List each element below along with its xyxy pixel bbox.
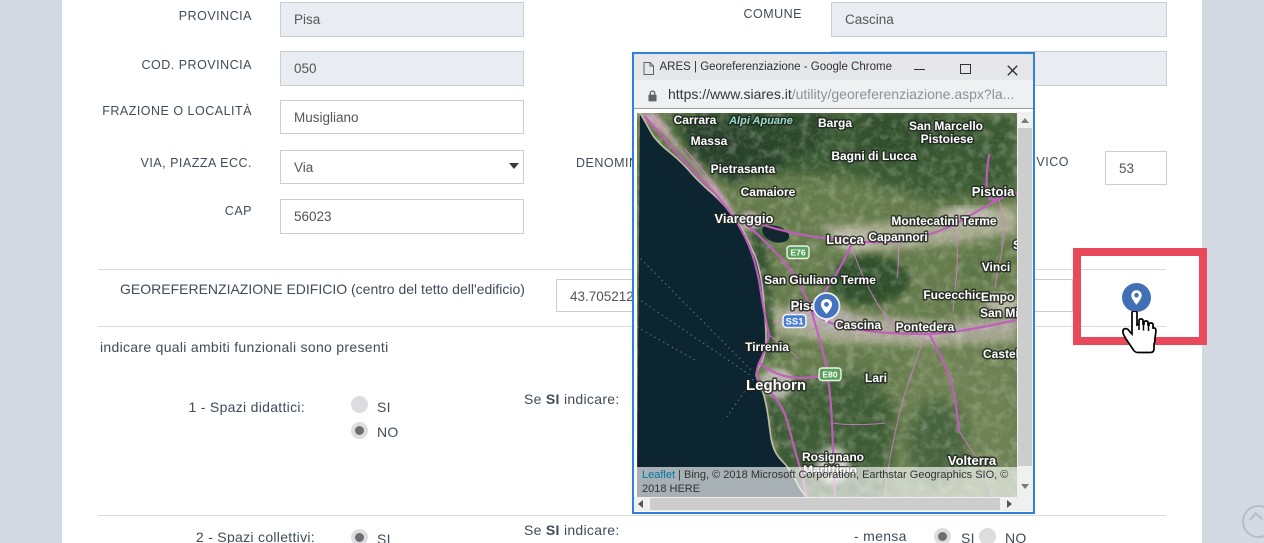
svg-text:Lari: Lari [865, 371, 887, 385]
svg-text:Empo: Empo [981, 290, 1014, 304]
svg-text:Volterra: Volterra [948, 453, 997, 468]
svg-text:Leaflet | Bing, © 2018 Microso: Leaflet | Bing, © 2018 Microsoft Corpora… [642, 469, 1008, 481]
svg-text:E80: E80 [822, 369, 837, 379]
svg-text:Viareggio: Viareggio [714, 211, 773, 226]
svg-text:E76: E76 [790, 247, 805, 257]
svg-text:Pistoiese: Pistoiese [921, 132, 974, 146]
svg-text:Lucca: Lucca [826, 232, 864, 247]
svg-text:Camaiore: Camaiore [741, 185, 796, 199]
svg-text:Pontedera: Pontedera [896, 320, 955, 334]
svg-text:Cascina: Cascina [835, 318, 881, 332]
svg-text:Leghorn: Leghorn [746, 377, 806, 394]
svg-text:Alpi Apuane: Alpi Apuane [728, 115, 793, 127]
svg-text:Massa: Massa [691, 134, 728, 148]
svg-text:Barga: Barga [818, 116, 852, 130]
svg-text:Castelfio: Castelfio [983, 347, 1017, 361]
svg-text:Fucecchio: Fucecchio [923, 288, 982, 302]
svg-text:Tirrenia: Tirrenia [745, 340, 789, 354]
svg-text:San Mi: San Mi [980, 306, 1017, 320]
svg-text:Carrara: Carrara [674, 113, 717, 127]
svg-text:Rosignano: Rosignano [802, 450, 864, 464]
svg-text:Montecatini Terme: Montecatini Terme [891, 214, 996, 228]
svg-text:Bagni di Lucca: Bagni di Lucca [831, 149, 917, 163]
svg-text:Capannori: Capannori [868, 230, 927, 244]
svg-text:SS1: SS1 [786, 316, 805, 327]
svg-text:Vinci: Vinci [982, 260, 1010, 274]
svg-text:Pistoia: Pistoia [972, 184, 1015, 199]
svg-text:San Giuliano Terme: San Giuliano Terme [764, 273, 876, 287]
svg-text:2018 HERE: 2018 HERE [642, 483, 700, 495]
svg-text:San Marcello: San Marcello [909, 119, 983, 133]
svg-text:Pietrasanta: Pietrasanta [711, 162, 776, 176]
